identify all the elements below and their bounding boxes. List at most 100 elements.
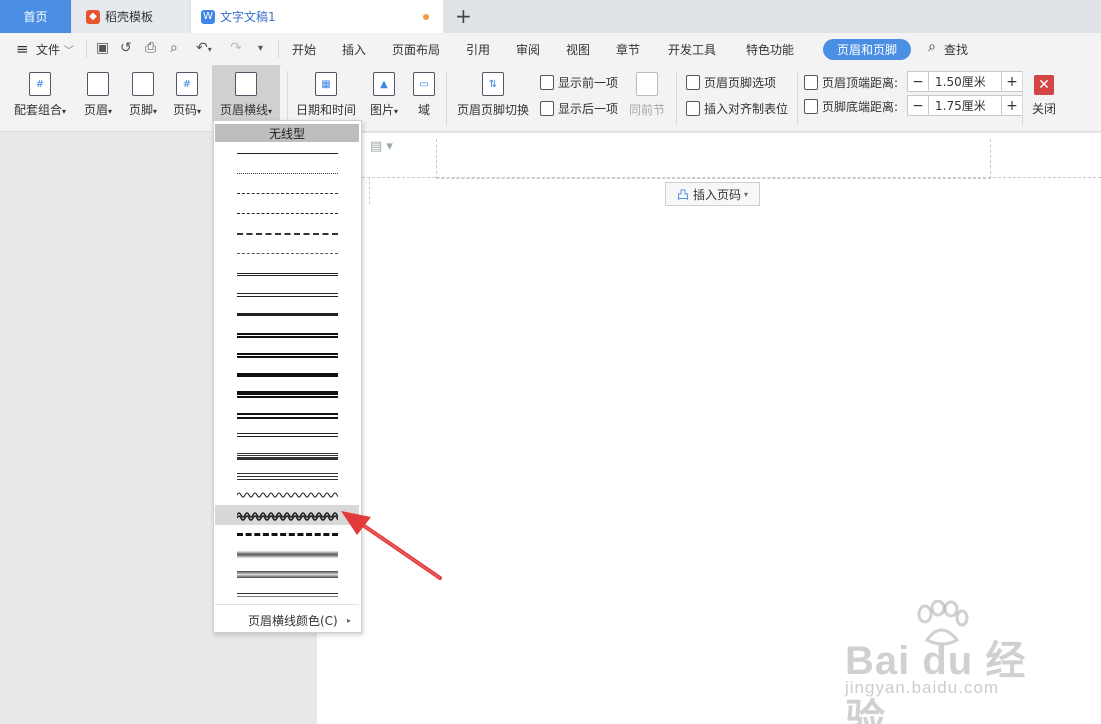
- insert-page-number-button[interactable]: 凸 插入页码 ▾: [665, 182, 760, 206]
- picture-button[interactable]: ▲ 图片▾: [364, 65, 404, 123]
- header-line-color-label: 页眉横线颜色(C): [248, 613, 338, 628]
- chevron-down-icon: ﹀: [63, 46, 74, 57]
- menu-chapter[interactable]: 章节: [616, 41, 640, 58]
- menu-find[interactable]: 查找: [944, 41, 968, 58]
- close-button[interactable]: ✕ 关闭: [1028, 65, 1060, 123]
- header-top-distance-value[interactable]: 1.50厘米: [929, 71, 1001, 92]
- line-style-option[interactable]: [215, 265, 359, 285]
- switch-header-footer-button[interactable]: ⇅ 页眉页脚切换: [454, 65, 532, 123]
- decrease-icon[interactable]: −: [907, 95, 929, 116]
- save-icon[interactable]: ▣: [96, 40, 109, 56]
- line-style-option[interactable]: [215, 425, 359, 445]
- decrease-icon[interactable]: −: [907, 71, 929, 92]
- menu-file[interactable]: 文件 ﹀: [36, 41, 74, 58]
- peitao-button[interactable]: # 配套组合▾: [10, 65, 70, 123]
- tab-document[interactable]: W 文字文稿1: [191, 0, 443, 33]
- line-style-option[interactable]: [215, 585, 359, 605]
- header-top-distance-stepper[interactable]: − 1.50厘米 +: [907, 71, 1023, 92]
- menu-special[interactable]: 特色功能: [746, 41, 794, 58]
- page-number-button[interactable]: # 页码▾: [168, 65, 206, 123]
- picture-icon: ▲: [373, 72, 395, 96]
- line-style-option[interactable]: [215, 185, 359, 205]
- line-style-option[interactable]: [215, 445, 359, 465]
- header-button[interactable]: 页眉▾: [79, 65, 117, 123]
- insert-align-tab-button[interactable]: 插入对齐制表位: [686, 100, 788, 117]
- peitao-icon: #: [29, 72, 51, 96]
- menu-insert[interactable]: 插入: [342, 41, 366, 58]
- tab-template[interactable]: ◆ 稻壳模板: [72, 0, 189, 33]
- field-icon: ▭: [413, 72, 435, 96]
- ribbon-divider: [287, 71, 288, 125]
- undo-icon[interactable]: ↶▾: [196, 40, 212, 56]
- menu-header-footer[interactable]: 页眉和页脚: [823, 39, 911, 60]
- close-label: 关闭: [1031, 102, 1056, 116]
- menu-references[interactable]: 引用: [466, 41, 490, 58]
- header-line-label: 页眉横线: [219, 103, 268, 117]
- customize-chevron-icon[interactable]: ▾: [258, 43, 263, 54]
- footer-bottom-distance-stepper[interactable]: − 1.75厘米 +: [907, 95, 1023, 116]
- menu-view[interactable]: 视图: [566, 41, 590, 58]
- redo-icon[interactable]: ↷: [230, 40, 242, 56]
- line-style-option[interactable]: [215, 385, 359, 405]
- line-style-option[interactable]: [215, 245, 359, 265]
- header-line-button[interactable]: 页眉横线▾: [212, 65, 280, 123]
- show-next-button[interactable]: 显示后一项: [540, 100, 618, 117]
- new-tab-plus-icon[interactable]: +: [455, 4, 472, 28]
- header-line-icon: [235, 72, 257, 96]
- search-icon[interactable]: ⌕: [928, 39, 936, 55]
- footer-bottom-distance-value[interactable]: 1.75厘米: [929, 95, 1001, 116]
- line-style-option[interactable]: [215, 145, 359, 165]
- date-time-button[interactable]: ▦ 日期和时间: [294, 65, 358, 123]
- tab-home[interactable]: 首页: [0, 0, 71, 33]
- increase-icon[interactable]: +: [1001, 71, 1023, 92]
- wavy-line-swatch: [237, 492, 338, 498]
- line-swatch: [237, 353, 338, 355]
- field-button[interactable]: ▭ 域: [410, 65, 438, 123]
- line-style-option[interactable]: [215, 225, 359, 245]
- menu-review[interactable]: 审阅: [516, 41, 540, 58]
- line-swatch: [237, 273, 338, 276]
- picture-label: 图片: [369, 103, 394, 117]
- increase-icon[interactable]: +: [1001, 95, 1023, 116]
- hamburger-icon[interactable]: ≡: [16, 40, 29, 58]
- line-style-option[interactable]: [215, 485, 359, 505]
- print-preview-icon[interactable]: ⌕: [170, 40, 178, 56]
- submenu-arrow-icon: ▸: [346, 615, 351, 625]
- watermark-url: jingyan.baidu.com: [845, 678, 1000, 697]
- page-number-label: 页码: [172, 103, 197, 117]
- line-style-option[interactable]: [215, 365, 359, 385]
- line-style-option[interactable]: [215, 465, 359, 485]
- format-painter-icon[interactable]: ↺: [120, 40, 132, 56]
- menu-developer[interactable]: 开发工具: [668, 41, 716, 58]
- footer-button[interactable]: 页脚▾: [124, 65, 162, 123]
- footer-label: 页脚: [128, 103, 153, 117]
- tab-bar: 首页 ◆ 稻壳模板 W 文字文稿1 +: [0, 0, 1101, 33]
- line-style-option[interactable]: [215, 285, 359, 305]
- line-style-option[interactable]: [215, 325, 359, 345]
- line-style-option[interactable]: [215, 205, 359, 225]
- show-prev-button[interactable]: 显示前一项: [540, 74, 618, 91]
- header-footer-options-button[interactable]: 页眉页脚选项: [686, 74, 776, 91]
- print-icon[interactable]: ⎙: [145, 40, 156, 56]
- header-distance-icon: [804, 75, 818, 90]
- page-number-insert-icon: 凸: [676, 187, 689, 202]
- header-line-color-item[interactable]: 页眉横线颜色(C) ▸: [215, 609, 359, 631]
- same-as-prev-button[interactable]: 同前节: [626, 65, 668, 123]
- line-style-option[interactable]: [215, 345, 359, 365]
- menu-divider: [278, 40, 279, 58]
- page-options-icon[interactable]: ▤ ▾: [370, 139, 393, 154]
- line-style-option[interactable]: [215, 405, 359, 425]
- options-icon: [686, 75, 700, 90]
- header-region[interactable]: [436, 139, 991, 179]
- header-label: 页眉: [83, 103, 108, 117]
- menu-start[interactable]: 开始: [292, 41, 316, 58]
- line-style-option[interactable]: [215, 305, 359, 325]
- menu-page-layout[interactable]: 页面布局: [392, 41, 440, 58]
- line-style-none[interactable]: 无线型: [215, 124, 359, 142]
- line-style-option[interactable]: [215, 165, 359, 185]
- show-prev-icon: [540, 75, 554, 90]
- red-arrow-annotation: [341, 511, 442, 580]
- tab-home-label: 首页: [23, 10, 48, 24]
- line-swatch: [237, 233, 338, 235]
- unsaved-dot-icon: [423, 14, 429, 20]
